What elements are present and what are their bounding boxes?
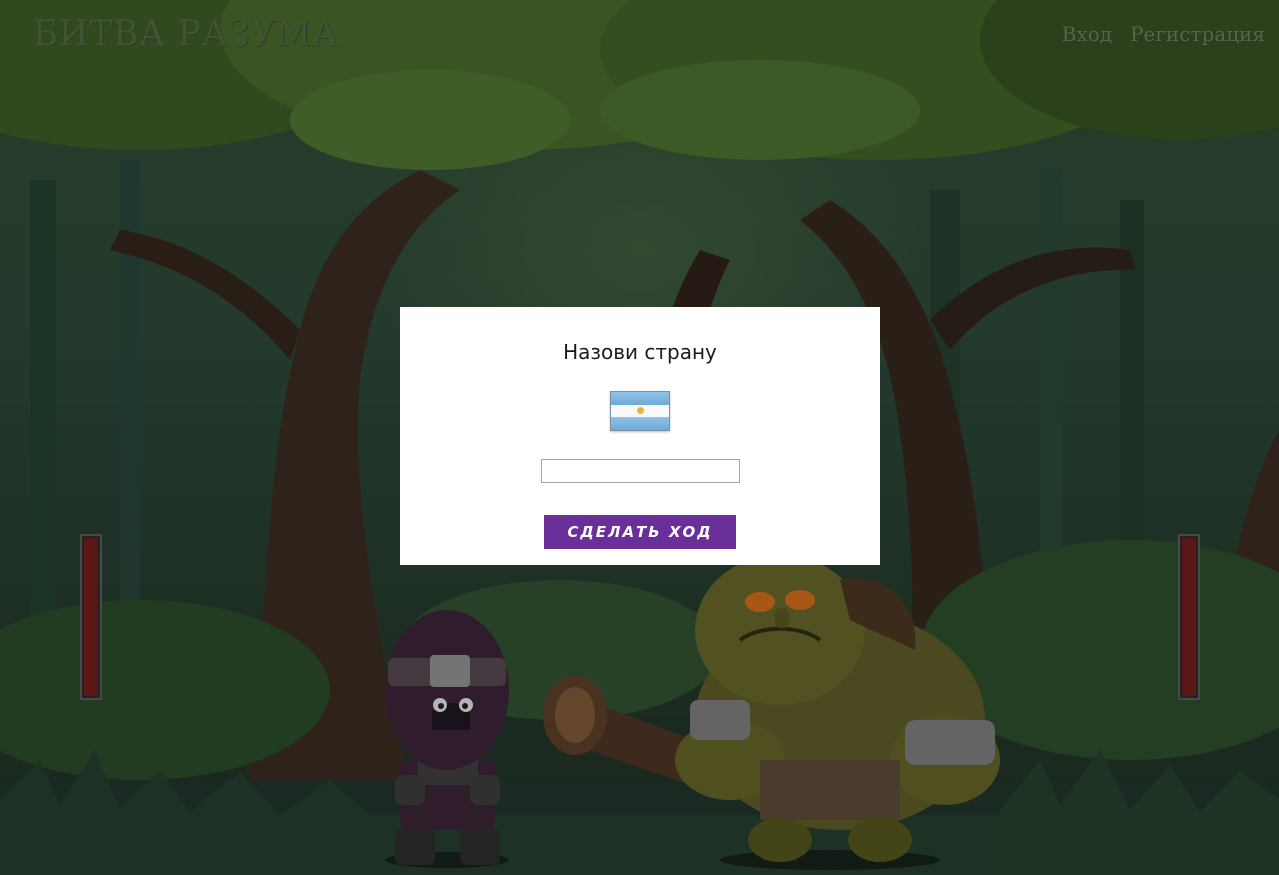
answer-input[interactable] xyxy=(541,459,740,483)
quiz-dialog: Назови страну СДЕЛАТЬ ХОД xyxy=(400,307,880,565)
dialog-title: Назови страну xyxy=(563,340,717,364)
argentina-flag-icon xyxy=(610,391,670,431)
make-move-button[interactable]: СДЕЛАТЬ ХОД xyxy=(544,515,736,549)
